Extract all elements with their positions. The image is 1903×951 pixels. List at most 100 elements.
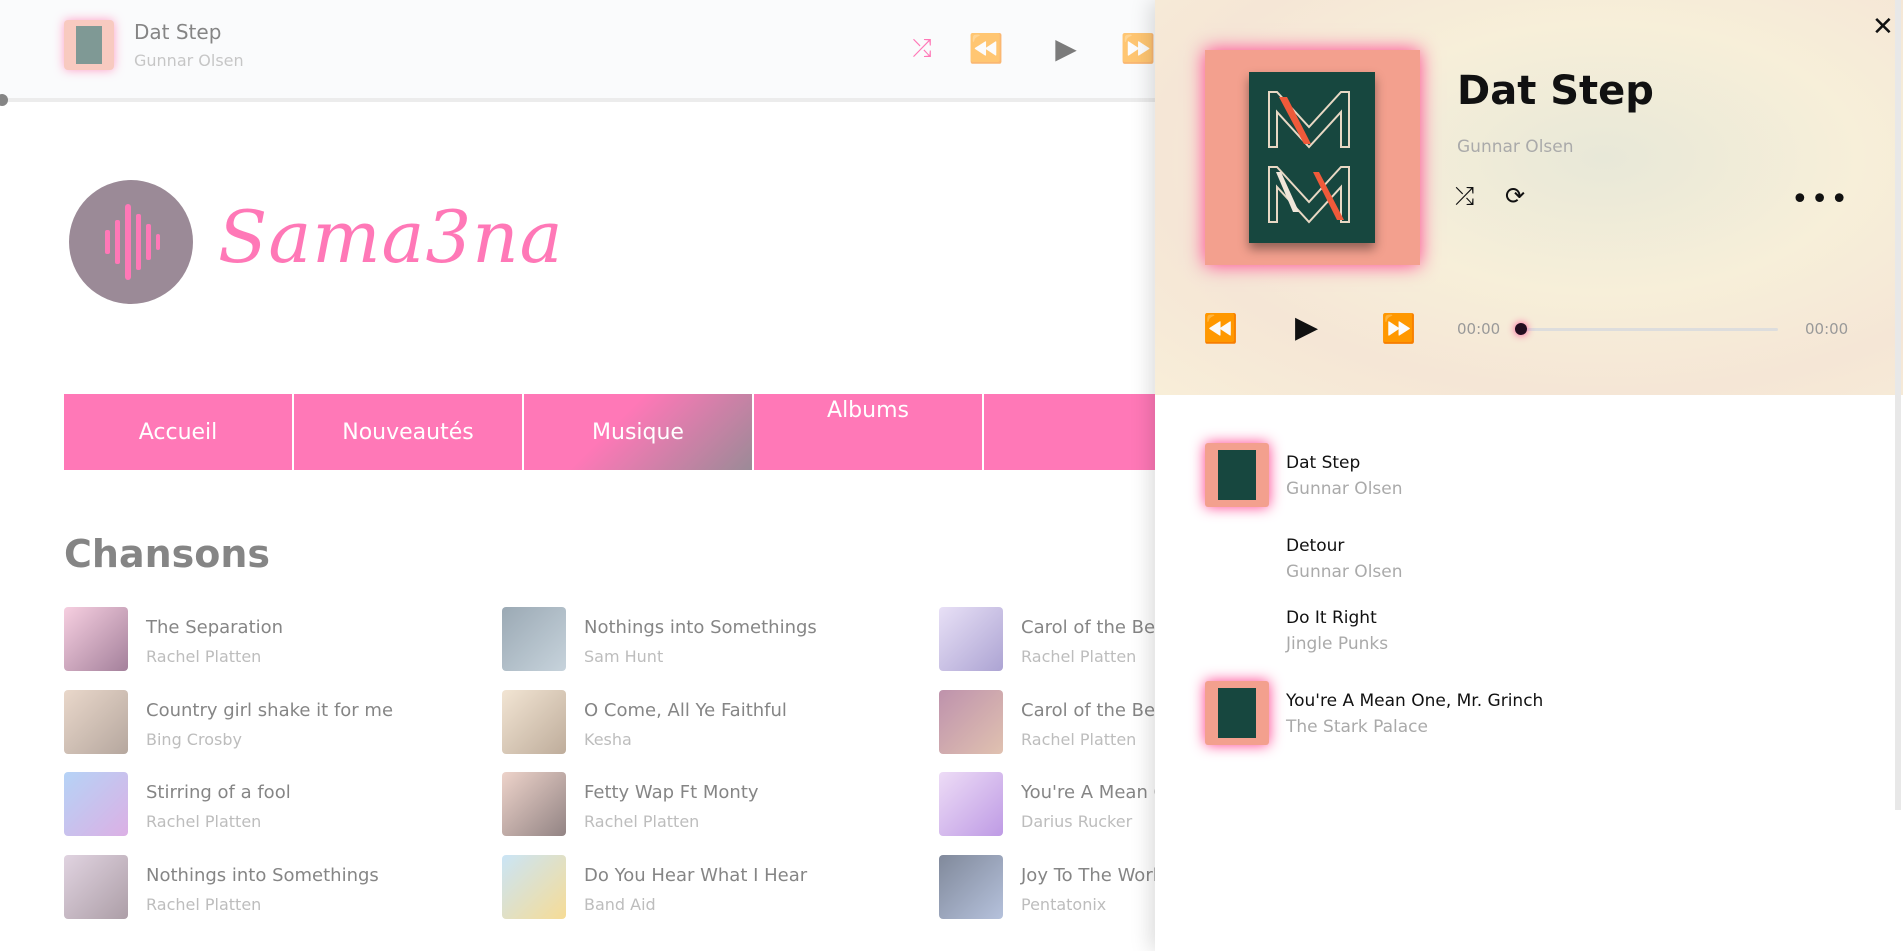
song-thumbnail[interactable] (64, 772, 128, 836)
mini-album-thumbnail[interactable] (64, 20, 114, 70)
song-item[interactable]: Joy To The Worl Pentatonix (939, 855, 1155, 921)
song-thumbnail[interactable] (939, 607, 1003, 671)
song-title: Joy To The Worl (1021, 865, 1155, 886)
main-navigation: Accueil Nouveautés Musique Albums (64, 394, 1155, 470)
song-artist: Pentatonix (1021, 895, 1107, 914)
song-artist: Band Aid (584, 895, 656, 914)
logo-icon (69, 180, 193, 304)
album-art-image (1249, 72, 1375, 243)
progress-track[interactable] (1521, 328, 1778, 331)
scrollbar[interactable] (1895, 0, 1901, 810)
song-thumbnail[interactable] (939, 855, 1003, 919)
nav-musique[interactable]: Musique (524, 394, 754, 470)
song-thumbnail[interactable] (939, 772, 1003, 836)
fast-forward-icon[interactable]: ⏩ (1381, 312, 1416, 345)
song-artist: Rachel Platten (1021, 730, 1137, 749)
song-item[interactable]: Stirring of a fool Rachel Platten (64, 772, 484, 838)
song-item[interactable]: Nothings into Somethings Sam Hunt (502, 607, 922, 673)
rewind-icon[interactable]: ⏪ (1203, 312, 1238, 345)
shuffle-icon[interactable]: ⤮ (1455, 182, 1474, 210)
queue-item[interactable]: Dat Step Gunnar Olsen (1155, 443, 1903, 513)
queue-title: Detour (1286, 536, 1345, 556)
song-artist: Darius Rucker (1021, 812, 1133, 831)
play-icon[interactable]: ▶ (1048, 30, 1084, 66)
song-thumbnail[interactable] (64, 690, 128, 754)
song-artist: Rachel Platten (584, 812, 700, 831)
fast-forward-icon[interactable]: ⏩ (1120, 30, 1155, 66)
song-title: Country girl shake it for me (146, 700, 394, 721)
song-item[interactable]: Carol of the Bell Rachel Platten (939, 690, 1155, 756)
mini-track-artist: Gunnar Olsen (134, 51, 244, 70)
song-title: Carol of the Bell (1021, 700, 1155, 721)
song-item[interactable]: Nothings into Somethings Rachel Platten (64, 855, 484, 921)
shuffle-icon[interactable]: ⤮ (904, 30, 940, 66)
song-thumbnail[interactable] (502, 690, 566, 754)
song-artist: Rachel Platten (146, 812, 262, 831)
album-cover (1205, 50, 1420, 265)
queue-title: Do It Right (1286, 608, 1377, 628)
queue-item[interactable]: You're A Mean One, Mr. Grinch The Stark P… (1155, 681, 1903, 751)
song-artist: Sam Hunt (584, 647, 664, 666)
song-item[interactable]: Do You Hear What I Hear Band Aid (502, 855, 922, 921)
song-title: O Come, All Ye Faithful (584, 700, 787, 721)
repeat-icon[interactable]: ⟳ (1505, 182, 1525, 210)
song-title: Stirring of a fool (146, 782, 291, 803)
close-icon[interactable]: ✕ (1872, 12, 1894, 42)
current-time: 00:00 (1457, 320, 1501, 338)
queue-artist: Gunnar Olsen (1286, 479, 1403, 499)
now-playing-header: ✕ Dat Step Gunnar Olsen ⤮ ⟳ ••• ⏪ ▶ ⏩ 00… (1155, 0, 1903, 395)
queue-artist: Jingle Punks (1286, 634, 1389, 654)
main-app: Dat Step Gunnar Olsen ⤮ ⏪ ▶ ⏩ Sama3na Ac… (0, 0, 1155, 951)
song-artist: Rachel Platten (1021, 647, 1137, 666)
nav-accueil[interactable]: Accueil (64, 394, 294, 470)
section-title: Chansons (64, 532, 271, 576)
mini-track-title: Dat Step (134, 20, 222, 44)
mini-player-bar: Dat Step Gunnar Olsen ⤮ ⏪ ▶ ⏩ (0, 0, 1155, 100)
song-thumbnail[interactable] (64, 607, 128, 671)
queue-artist: Gunnar Olsen (1286, 562, 1403, 582)
song-item[interactable]: Country girl shake it for me Bing Crosby (64, 690, 484, 756)
queue-title: Dat Step (1286, 453, 1361, 473)
total-time: 00:00 (1805, 320, 1849, 338)
queue-artist: The Stark Palace (1286, 717, 1428, 737)
logo-wordmark: Sama3na (218, 195, 564, 279)
now-playing-artist: Gunnar Olsen (1457, 137, 1574, 157)
song-thumbnail[interactable] (502, 855, 566, 919)
queue-item[interactable]: Detour Gunnar Olsen (1155, 536, 1903, 608)
more-options-icon[interactable]: ••• (1791, 182, 1850, 217)
song-title: Fetty Wap Ft Monty (584, 782, 759, 803)
song-thumbnail[interactable] (502, 772, 566, 836)
progress-knob[interactable] (1515, 323, 1527, 335)
song-item[interactable]: You're A Mean C Darius Rucker (939, 772, 1155, 838)
song-item[interactable]: O Come, All Ye Faithful Kesha (502, 690, 922, 756)
queue-thumbnail (1205, 681, 1269, 745)
song-thumbnail[interactable] (939, 690, 1003, 754)
nav-albums[interactable]: Albums (754, 394, 984, 470)
song-artist: Bing Crosby (146, 730, 242, 749)
song-title: Nothings into Somethings (146, 865, 379, 886)
song-thumbnail[interactable] (502, 607, 566, 671)
nav-more[interactable] (984, 394, 1155, 470)
song-title: Nothings into Somethings (584, 617, 817, 638)
nav-nouveautes[interactable]: Nouveautés (294, 394, 524, 470)
song-item[interactable]: Carol of the Bell Rachel Platten (939, 607, 1155, 673)
play-icon[interactable]: ▶ (1295, 310, 1318, 345)
queue-title: You're A Mean One, Mr. Grinch (1286, 691, 1544, 711)
mini-progress-track[interactable] (0, 98, 1155, 102)
song-thumbnail[interactable] (64, 855, 128, 919)
song-item[interactable]: Fetty Wap Ft Monty Rachel Platten (502, 772, 922, 838)
song-title: Do You Hear What I Hear (584, 865, 808, 886)
queue-thumbnail (1205, 443, 1269, 507)
song-artist: Kesha (584, 730, 632, 749)
song-artist: Rachel Platten (146, 647, 262, 666)
queue-item[interactable]: Do It Right Jingle Punks (1155, 608, 1903, 680)
now-playing-title: Dat Step (1457, 68, 1654, 114)
song-title: You're A Mean C (1021, 782, 1155, 803)
song-item[interactable]: The Separation Rachel Platten (64, 607, 484, 673)
now-playing-panel: ✕ Dat Step Gunnar Olsen ⤮ ⟳ ••• ⏪ ▶ ⏩ 00… (1155, 0, 1903, 951)
song-title: Carol of the Bell (1021, 617, 1155, 638)
rewind-icon[interactable]: ⏪ (968, 30, 1004, 66)
song-title: The Separation (146, 617, 284, 638)
song-artist: Rachel Platten (146, 895, 262, 914)
mini-progress-knob[interactable] (0, 94, 8, 106)
